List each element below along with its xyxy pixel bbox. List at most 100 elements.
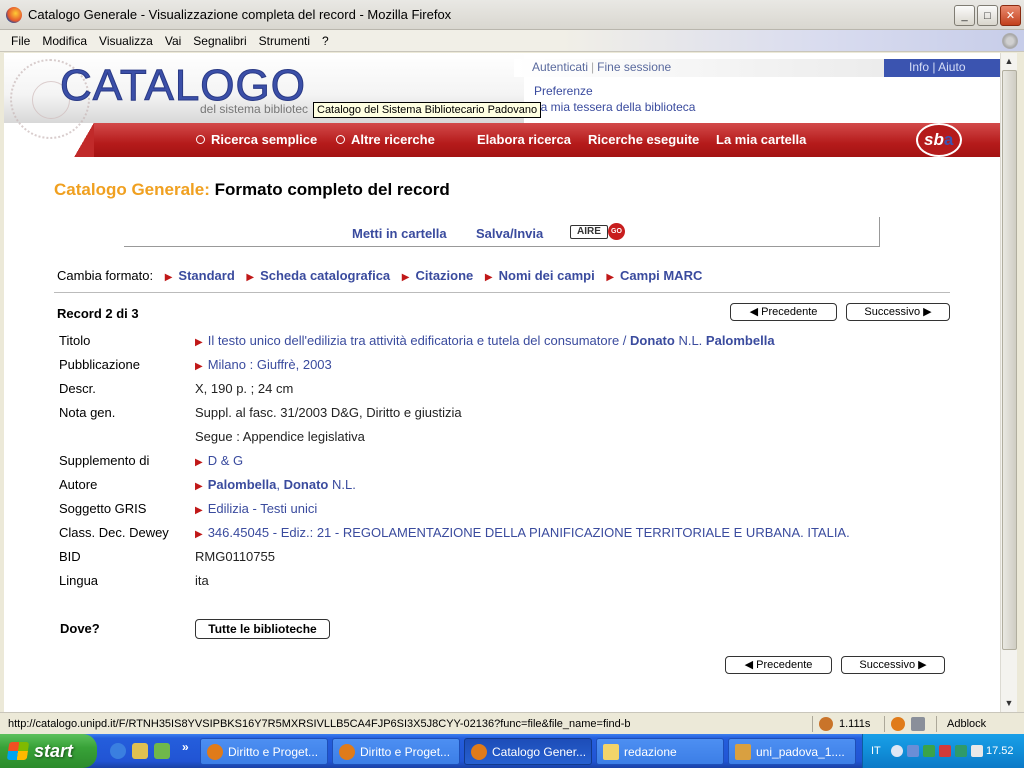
aire-go-button[interactable]: AIRE GO <box>570 223 626 241</box>
close-button[interactable]: ✕ <box>1000 5 1021 26</box>
nav-altre-ricerche[interactable]: Altre ricerche <box>336 132 435 147</box>
window-titlebar[interactable]: Catalogo Generale - Visualizzazione comp… <box>0 0 1024 30</box>
nav-la-mia-cartella[interactable]: La mia cartella <box>716 132 806 147</box>
menu-file[interactable]: File <box>11 34 30 48</box>
soggetto-text: Edilizia - Testi unici <box>207 501 318 516</box>
nav-elabora-ricerca[interactable]: Elabora ricerca <box>477 132 571 147</box>
window-title: Catalogo Generale - Visualizzazione comp… <box>28 7 452 22</box>
firefox-icon <box>471 743 487 760</box>
menu-vai[interactable]: Vai <box>165 34 181 48</box>
prev-button-bottom[interactable]: ◀ Precedente <box>725 656 832 674</box>
aire-logo: AIRE <box>570 225 608 239</box>
volume-icon[interactable] <box>971 745 983 757</box>
tessera-link[interactable]: La mia tessera della biblioteca <box>534 100 695 114</box>
preferenze-link[interactable]: Preferenze <box>534 84 593 98</box>
nav-ricerche-eseguite[interactable]: Ricerche eseguite <box>588 132 699 147</box>
record-count: Record 2 di 3 <box>57 306 139 321</box>
menu-strumenti[interactable]: Strumenti <box>259 34 310 48</box>
firefox-icon <box>339 743 355 760</box>
field-value: Suppl. al fasc. 31/2003 D&G, Diritto e g… <box>195 405 462 420</box>
field-value: ita <box>195 573 209 588</box>
window-controls: _ □ ✕ <box>954 5 1021 26</box>
info-aiuto-links[interactable]: Info | Aiuto <box>909 60 966 74</box>
search-icon <box>336 135 345 144</box>
bullet-icon: ▶ <box>401 272 410 283</box>
record-actions: Metti in cartella Salva/Invia AIRE GO <box>124 217 880 247</box>
nav-ricerca-semplice[interactable]: Ricerca semplice <box>196 132 317 147</box>
author-comma: , <box>276 477 280 492</box>
task-diritto-2[interactable]: Diritto e Proget... <box>332 738 460 765</box>
start-button[interactable]: start <box>0 734 97 768</box>
dewey-link[interactable]: ▶ 346.45045 - Ediz.: 21 - REGOLAMENTAZION… <box>195 525 850 540</box>
supplemento-link[interactable]: ▶ D & G <box>195 453 243 468</box>
menu-bar: File Modifica Visualizza Vai Segnalibri … <box>0 30 1024 52</box>
maximize-button[interactable]: □ <box>977 5 998 26</box>
task-label: Diritto e Proget... <box>360 744 451 759</box>
salva-invia-link[interactable]: Salva/Invia <box>476 226 543 241</box>
field-label: BID <box>59 549 81 564</box>
sba-a: a <box>943 130 954 149</box>
tray-app-icon[interactable] <box>923 745 935 757</box>
task-label: Diritto e Proget... <box>228 744 319 759</box>
format-nomi-campi[interactable]: Nomi dei campi <box>499 268 595 283</box>
format-citazione[interactable]: Citazione <box>415 268 473 283</box>
format-scheda[interactable]: Scheda catalografica <box>260 268 390 283</box>
task-label: redazione <box>624 744 677 759</box>
page-title-accent: Catalogo Generale: <box>54 180 210 199</box>
quicklaunch-more[interactable]: » <box>182 740 189 754</box>
firefox-icon <box>6 6 22 23</box>
prev-button-top[interactable]: ◀ Precedente <box>730 303 837 321</box>
adblock-label: Adblock <box>947 718 987 730</box>
format-standard[interactable]: Standard <box>178 268 234 283</box>
task-redazione[interactable]: redazione <box>596 738 724 765</box>
scroll-thumb[interactable] <box>1002 70 1017 650</box>
autore-link[interactable]: ▶ Palombella, Donato N.L. <box>195 477 356 492</box>
pubblicazione-link[interactable]: ▶ Milano : Giuffrè, 2003 <box>195 357 332 372</box>
go-icon: GO <box>608 223 625 240</box>
bullet-icon: ▶ <box>195 505 203 516</box>
tutte-le-biblioteche-button[interactable]: Tutte le biblioteche <box>195 619 330 639</box>
adblock-panel[interactable]: Adblock <box>936 716 1024 732</box>
music-icon[interactable] <box>154 743 170 759</box>
task-catalogo[interactable]: Catalogo Gener... <box>464 738 592 765</box>
security-icon[interactable] <box>939 745 951 757</box>
task-uni-padova[interactable]: uni_padova_1.... <box>728 738 856 765</box>
ie-icon[interactable] <box>110 743 126 759</box>
next-button-bottom[interactable]: Successivo ▶ <box>841 656 945 674</box>
throbber-icon <box>1002 33 1018 49</box>
network-icon[interactable] <box>907 745 919 757</box>
vertical-scrollbar[interactable]: ▲ ▼ <box>1000 53 1017 712</box>
autenticati-link[interactable]: Autenticati <box>532 60 588 74</box>
format-campi-marc[interactable]: Campi MARC <box>620 268 702 283</box>
titolo-link[interactable]: ▶ Il testo unico dell'edilizia tra attivi… <box>195 333 775 348</box>
field-label: Nota gen. <box>59 405 116 420</box>
status-url: http://catalogo.unipd.it/F/RTNH35IS8YVSI… <box>8 717 631 730</box>
language-indicator[interactable]: IT <box>871 745 881 757</box>
media-icon[interactable] <box>132 743 148 759</box>
page-viewport: CATALOGO del sistema bibliotec Autentica… <box>4 53 1000 712</box>
fine-sessione-link[interactable]: Fine sessione <box>597 60 671 74</box>
firefox-small-icon[interactable] <box>891 717 905 731</box>
author-initials: N.L. <box>332 477 356 492</box>
next-button-top[interactable]: Successivo ▶ <box>846 303 950 321</box>
update-icon[interactable] <box>955 745 967 757</box>
menu-modifica[interactable]: Modifica <box>42 34 87 48</box>
menu-segnalibri[interactable]: Segnalibri <box>193 34 246 48</box>
minimize-button[interactable]: _ <box>954 5 975 26</box>
field-label: Class. Dec. Dewey <box>59 525 169 540</box>
page-info-icon[interactable] <box>911 717 925 731</box>
firefox-icon <box>207 743 223 760</box>
dove-label: Dove? <box>60 621 100 636</box>
task-diritto-1[interactable]: Diritto e Proget... <box>200 738 328 765</box>
bullet-icon: ▶ <box>246 272 255 283</box>
tray-arrow-icon[interactable] <box>891 745 903 757</box>
field-label: Titolo <box>59 333 91 348</box>
menu-help[interactable]: ? <box>322 34 329 48</box>
task-label: uni_padova_1.... <box>756 744 845 759</box>
scroll-up-icon[interactable]: ▲ <box>1001 53 1017 69</box>
scroll-down-icon[interactable]: ▼ <box>1001 695 1017 711</box>
menu-visualizza[interactable]: Visualizza <box>99 34 153 48</box>
soggetto-link[interactable]: ▶ Edilizia - Testi unici <box>195 501 317 516</box>
separator: | <box>591 60 595 74</box>
metti-in-cartella-link[interactable]: Metti in cartella <box>352 226 447 241</box>
